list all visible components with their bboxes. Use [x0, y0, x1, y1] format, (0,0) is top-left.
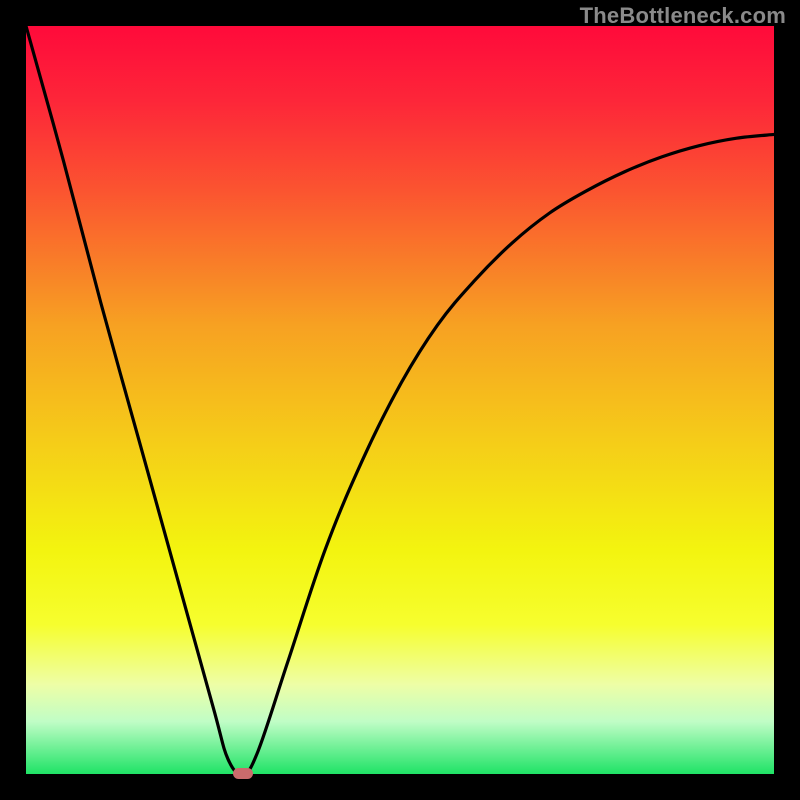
plot-area: [26, 26, 774, 774]
bottleneck-curve: [26, 26, 774, 774]
watermark-text: TheBottleneck.com: [580, 3, 786, 29]
minimum-marker: [233, 768, 253, 779]
chart-frame: TheBottleneck.com: [0, 0, 800, 800]
